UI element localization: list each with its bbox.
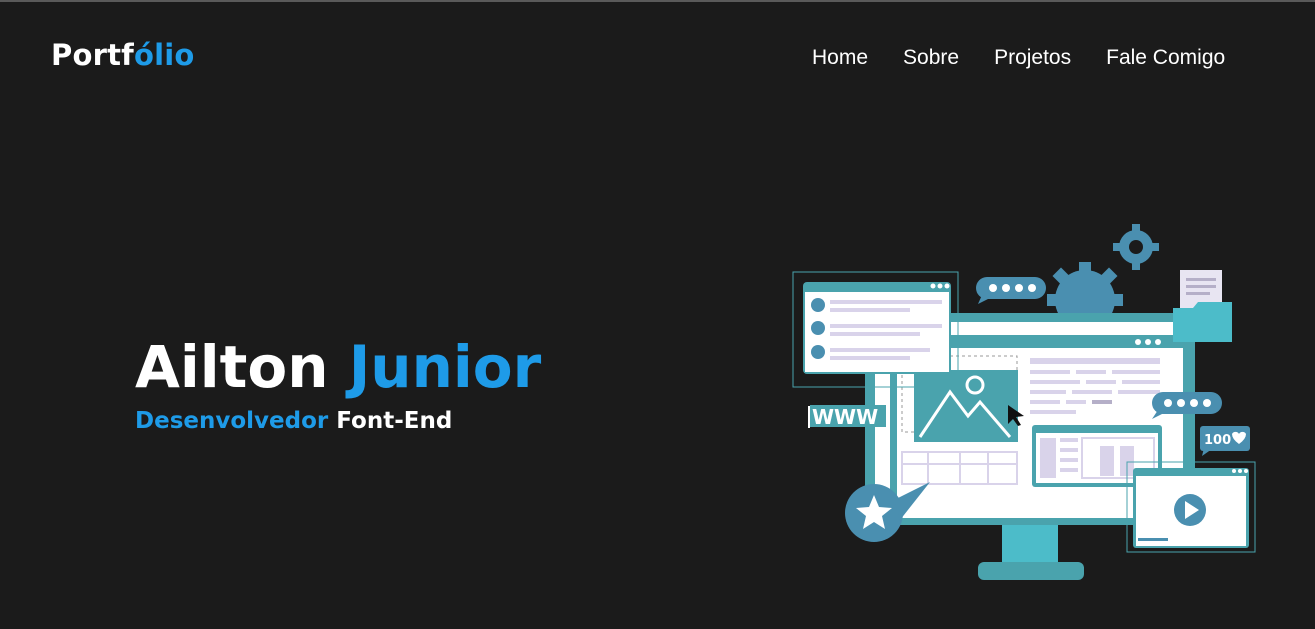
- hero-first-name: Ailton: [135, 333, 329, 401]
- hero-role-accent: Desenvolvedor: [135, 408, 329, 434]
- site-logo[interactable]: Portfólio: [51, 38, 195, 72]
- small-gear-icon: [1113, 224, 1159, 270]
- image-placeholder-icon: [914, 370, 1018, 442]
- nav-link-projetos[interactable]: Projetos: [994, 46, 1071, 70]
- hero-role-main: Font-End: [336, 408, 453, 434]
- nav-link-home[interactable]: Home: [812, 46, 868, 70]
- hero-last-name: Junior: [348, 333, 542, 401]
- hero-name: Ailton Junior: [135, 338, 541, 396]
- www-text: WWW: [812, 405, 878, 429]
- logo-main-text: Portf: [51, 38, 134, 72]
- site-header: Portfólio Home Sobre Projetos Fale Comig…: [0, 2, 1315, 112]
- monitor-stand: [1002, 518, 1058, 566]
- folder-icon: [1173, 270, 1232, 342]
- nav-link-fale-comigo[interactable]: Fale Comigo: [1106, 46, 1225, 70]
- www-label: WWW: [808, 405, 886, 429]
- nav-link-sobre[interactable]: Sobre: [903, 46, 959, 70]
- main-nav: Home Sobre Projetos Fale Comigo: [812, 46, 1225, 70]
- chat-bubble-icon: [976, 277, 1046, 304]
- logo-accent-text: ólio: [133, 38, 195, 72]
- likes-count: 100: [1204, 433, 1231, 448]
- monitor-base: [978, 562, 1084, 580]
- hero-role: Desenvolvedor Font-End: [135, 408, 452, 434]
- likes-badge: 100: [1200, 426, 1250, 456]
- developer-illustration: WWW 100: [792, 224, 1256, 580]
